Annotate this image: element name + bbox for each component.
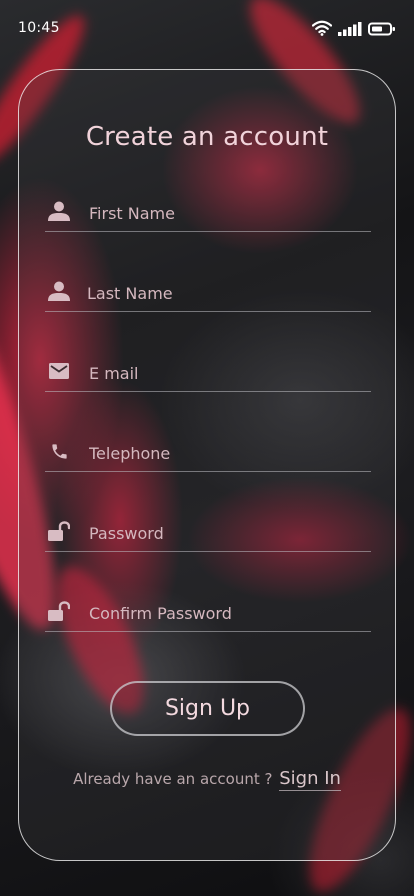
mail-icon — [47, 360, 71, 382]
battery-icon — [368, 21, 396, 40]
password-input[interactable] — [89, 521, 359, 545]
signin-prompt-text: Already have an account ? — [73, 770, 273, 788]
phone-icon — [47, 440, 71, 462]
sign-up-button[interactable]: Sign Up — [110, 681, 305, 736]
signin-prompt: Already have an account ? Sign In — [19, 768, 395, 791]
page-title: Create an account — [85, 122, 329, 152]
email-field[interactable] — [45, 351, 371, 392]
last-name-input[interactable] — [87, 281, 357, 305]
unlock-icon — [47, 600, 71, 622]
sign-in-link[interactable]: Sign In — [279, 768, 341, 791]
status-bar: 10:45 — [0, 0, 414, 60]
telephone-input[interactable] — [89, 441, 359, 465]
confirm-password-input[interactable] — [89, 601, 359, 625]
unlock-icon — [47, 520, 71, 542]
status-icons — [311, 20, 396, 40]
person-icon — [47, 200, 71, 222]
first-name-field[interactable] — [45, 191, 371, 232]
person-icon — [47, 280, 71, 302]
password-field[interactable] — [45, 511, 371, 552]
confirm-password-field[interactable] — [45, 591, 371, 632]
signal-icon — [338, 21, 362, 40]
signup-card: Create an account First Name Last Name E… — [18, 69, 396, 861]
wifi-icon — [311, 20, 333, 40]
telephone-field[interactable] — [45, 431, 371, 472]
status-time: 10:45 — [18, 20, 60, 36]
first-name-input[interactable] — [89, 201, 359, 225]
last-name-field[interactable] — [45, 271, 371, 312]
email-input[interactable] — [89, 361, 359, 385]
